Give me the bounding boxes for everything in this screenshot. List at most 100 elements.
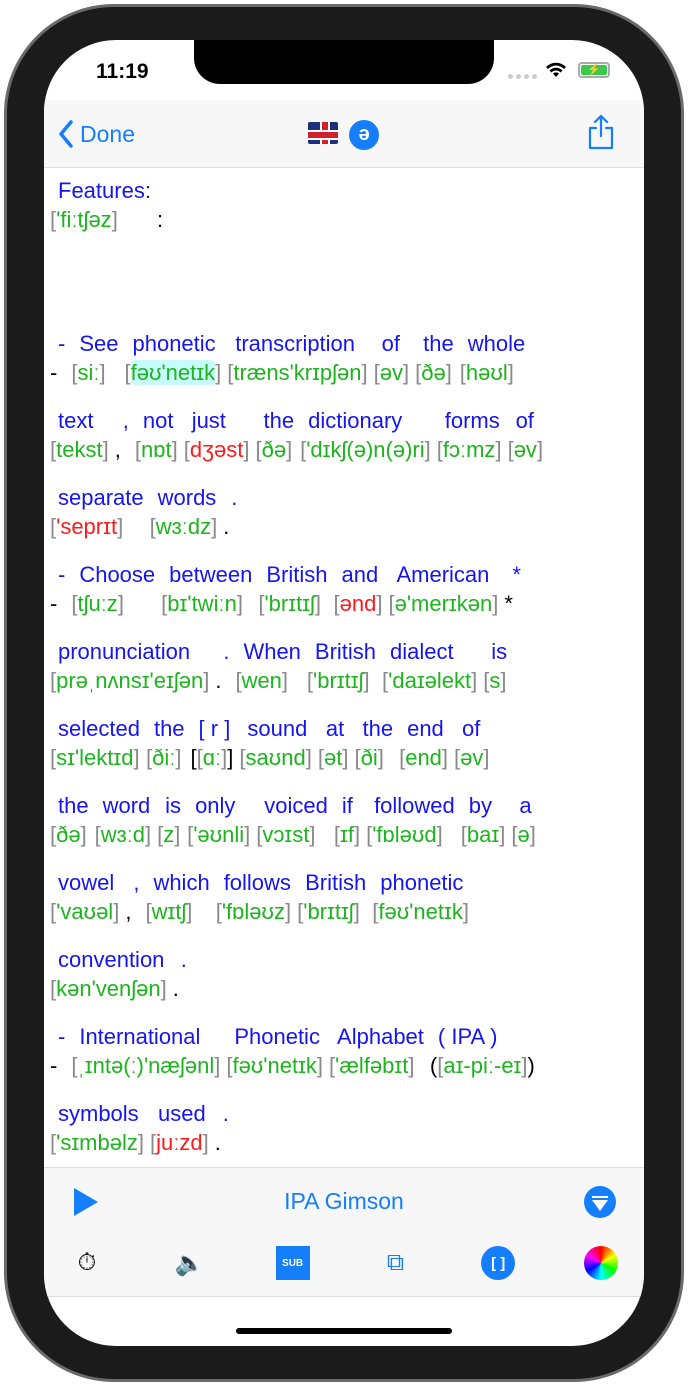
word-token[interactable]: the [ðə] xyxy=(256,406,295,464)
ipa-text[interactable]: siː xyxy=(77,360,99,385)
ipa-text[interactable]: 'fiːtʃəz xyxy=(56,207,112,232)
word-token[interactable]: of [əv] xyxy=(508,406,544,464)
ipa-text[interactable]: 'əʊnli xyxy=(193,822,244,847)
english-word[interactable]: the xyxy=(146,714,185,743)
english-word[interactable]: word xyxy=(95,791,152,820)
ipa-text[interactable]: dʒəst xyxy=(190,437,244,462)
phonetic-transcription[interactable]: [əv] xyxy=(508,435,544,464)
english-word[interactable]: which xyxy=(145,868,209,897)
home-indicator[interactable] xyxy=(236,1328,452,1334)
brackets-icon[interactable]: [ ] xyxy=(481,1246,516,1280)
english-word[interactable]: , xyxy=(115,406,129,435)
word-token[interactable]: -- xyxy=(50,329,65,387)
word-token[interactable]: British ['brɪtɪʃ] xyxy=(258,560,327,618)
english-word[interactable]: Phonetic xyxy=(226,1022,323,1051)
word-token[interactable]: British ['brɪtɪʃ] xyxy=(307,637,376,695)
ipa-text[interactable]: saʊnd xyxy=(246,745,306,770)
phonetic-transcription[interactable]: . xyxy=(215,1128,229,1157)
phonetic-transcription[interactable]: [fəʊ'netɪk] xyxy=(124,358,221,387)
word-token[interactable]: whole [həʊl] xyxy=(460,329,525,387)
english-word[interactable]: . xyxy=(215,637,229,666)
word-token[interactable]: Choose [tʃuːz] xyxy=(71,560,155,618)
ipa-text[interactable]: s xyxy=(489,668,500,693)
word-token[interactable]: is [z] xyxy=(157,791,181,849)
english-word[interactable]: - xyxy=(50,329,65,358)
word-token[interactable]: the [ðə] xyxy=(415,329,454,387)
copy-pages-icon[interactable]: ⧉ xyxy=(378,1246,412,1280)
word-token[interactable]: Features: ['fiːtʃəz] xyxy=(50,176,151,234)
ipa-text[interactable]: ði xyxy=(361,745,378,770)
dropdown-icon[interactable] xyxy=(584,1186,616,1218)
english-word[interactable]: - xyxy=(50,1022,65,1051)
phonetic-transcription[interactable]: ['dɪkʃ(ə)n(ə)ri] xyxy=(300,435,431,464)
phonetic-transcription[interactable]: [juːzd] xyxy=(150,1128,209,1157)
phonetic-transcription[interactable]: [əv] xyxy=(454,743,490,772)
phonetic-transcription[interactable]: [siː] xyxy=(71,358,118,387)
ipa-text[interactable]: əv xyxy=(514,437,537,462)
ipa-text[interactable]: wɜːdz xyxy=(156,514,211,539)
english-word[interactable]: British xyxy=(307,637,376,666)
word-token[interactable]: at [ət] xyxy=(318,714,349,772)
phonetic-transcription[interactable]: [ðiː] xyxy=(146,743,185,772)
english-word[interactable]: British xyxy=(258,560,327,589)
english-word[interactable]: and xyxy=(333,560,382,589)
word-token[interactable]: the [ðiː] xyxy=(146,714,185,772)
english-word[interactable]: International xyxy=(71,1022,220,1051)
word-token[interactable]: the [ðə] xyxy=(50,791,89,849)
english-word[interactable]: between xyxy=(161,560,252,589)
word-token[interactable]: International [ˌɪntə(ː)'næʃənl] xyxy=(71,1022,220,1080)
phonetic-transcription[interactable]: [sɪ'lektɪd] xyxy=(50,743,140,772)
word-token[interactable]: end [end] xyxy=(399,714,448,772)
english-word[interactable]: - xyxy=(50,560,65,589)
ipa-text[interactable]: ət xyxy=(324,745,342,770)
phonetic-transcription[interactable]: ['vaʊəl] xyxy=(50,897,119,926)
phonetic-transcription[interactable]: ['brɪtɪʃ] xyxy=(258,589,327,618)
word-token[interactable]: between [bɪ'twiːn] xyxy=(161,560,252,618)
ipa-text[interactable]: əv xyxy=(380,360,403,385)
phonetic-transcription[interactable]: [[ɑː]] xyxy=(191,743,234,772)
ipa-text[interactable]: juːzd xyxy=(156,1130,202,1155)
phonetic-transcription[interactable]: . xyxy=(215,666,229,695)
uk-flag-icon[interactable] xyxy=(308,122,338,144)
ipa-text[interactable]: 'fɒləʊz xyxy=(222,899,285,924)
phonetic-transcription[interactable]: ['seprɪt] xyxy=(50,512,144,541)
ipa-text[interactable]: tekst xyxy=(56,437,102,462)
word-token[interactable]: only ['əʊnli] xyxy=(187,791,250,849)
phonetic-transcription[interactable]: ['sɪmbəlz] xyxy=(50,1128,144,1157)
word-token[interactable]: phonetic [fəʊ'netɪk] xyxy=(372,868,469,926)
english-word[interactable]: dialect xyxy=(382,637,477,666)
phonetic-transcription[interactable]: [ɪf] xyxy=(334,820,360,849)
phonetic-transcription[interactable]: [bɪ'twiːn] xyxy=(161,589,252,618)
ipa-text[interactable]: 'brɪtɪʃ xyxy=(313,668,363,693)
phonetic-transcription[interactable]: [kən'venʃən] xyxy=(50,974,167,1003)
phonetic-transcription[interactable]: [nɒt] xyxy=(135,435,178,464)
word-token[interactable]: * * xyxy=(504,560,521,618)
word-token[interactable]: .. xyxy=(173,945,187,1003)
phonetic-transcription[interactable]: [fəʊ'netɪk] xyxy=(226,1051,323,1080)
ipa-text[interactable]: aɪ-piː-eɪ xyxy=(443,1053,521,1078)
word-token[interactable]: dictionary ['dɪkʃ(ə)n(ə)ri] xyxy=(300,406,431,464)
english-word[interactable]: selected xyxy=(50,714,140,743)
phonetic-transcription[interactable]: ['brɪtɪʃ] xyxy=(297,897,366,926)
ipa-text[interactable]: ɪf xyxy=(340,822,354,847)
ipa-text[interactable]: ðə xyxy=(262,437,286,462)
word-token[interactable]: phonetic [fəʊ'netɪk] xyxy=(124,329,221,387)
phonetic-transcription[interactable]: ['əʊnli] xyxy=(187,820,250,849)
word-token[interactable]: : xyxy=(157,176,165,234)
color-wheel-icon[interactable] xyxy=(583,1246,618,1280)
phonetic-transcription[interactable]: ['ælfəbɪt] xyxy=(329,1051,424,1080)
phonetic-transcription[interactable]: [ə'merɪkən] xyxy=(388,589,498,618)
phonetic-transcription[interactable]: ([aɪ-piː-eɪ]) xyxy=(430,1051,535,1080)
word-token[interactable]: a [ə] xyxy=(511,791,536,849)
ipa-text[interactable]: z xyxy=(163,822,174,847)
phonetic-transcription[interactable]: - xyxy=(50,358,65,387)
phonetic-transcription[interactable]: [ðə] xyxy=(256,435,295,464)
phonetic-transcription[interactable]: , xyxy=(125,897,139,926)
phonetic-transcription[interactable]: . xyxy=(223,512,237,541)
ipa-text[interactable]: ðə xyxy=(421,360,445,385)
phonetic-transcription[interactable]: [ði] xyxy=(354,743,393,772)
phonetic-transcription[interactable]: ['fɒləʊd] xyxy=(366,820,455,849)
ipa-text[interactable]: fəʊ'netɪk xyxy=(130,360,216,385)
english-word[interactable]: just xyxy=(184,406,250,435)
word-token[interactable]: which [wɪtʃ] xyxy=(145,868,209,926)
